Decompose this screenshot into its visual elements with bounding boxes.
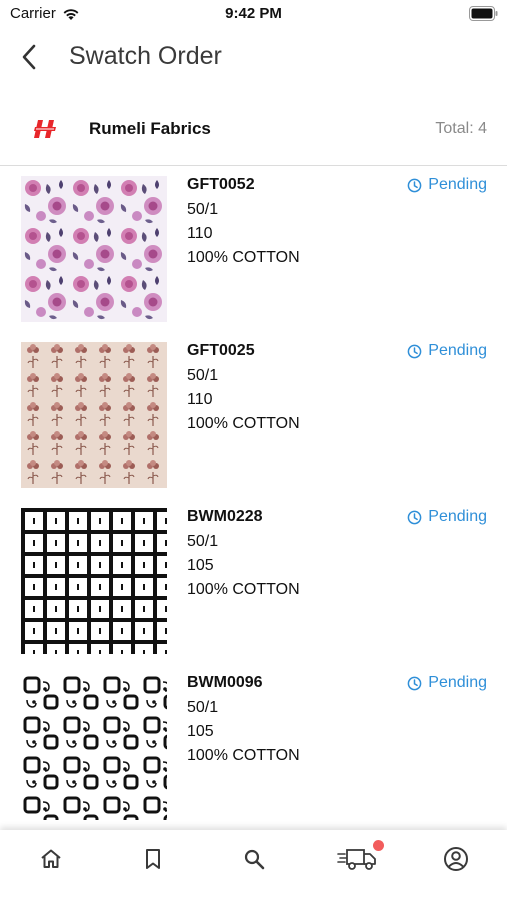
tab-saved[interactable] [133,842,173,876]
status-label: Pending [428,674,487,691]
swatch-image [21,176,167,322]
tab-profile[interactable] [436,842,476,876]
swatch-width: 105 [187,557,214,574]
delivery-truck-icon [337,849,376,870]
swatch-width: 105 [187,723,214,740]
status-badge: Pending [407,176,487,194]
clock-icon [407,344,422,358]
supplier-header: Rumeli Fabrics Total: 4 [0,108,507,152]
clock-icon [407,510,422,524]
back-button[interactable] [14,40,44,74]
tab-orders[interactable] [335,840,384,876]
swatch-image [21,674,167,820]
notification-dot [373,840,384,851]
status-label: Pending [428,176,487,193]
page-title: Swatch Order [69,42,222,70]
swatch-image [21,508,167,654]
search-icon [244,849,265,870]
swatch-code: GFT0052 [187,176,255,193]
order-item[interactable]: BWM0096 50/1 105 100% COTTON Pending [0,664,507,830]
home-icon [41,849,61,868]
tab-search[interactable] [234,842,274,876]
swatch-image [21,342,167,488]
account-icon [444,847,468,871]
status-label: Pending [428,508,487,525]
swatch-width: 110 [187,225,213,242]
swatch-composition: 100% COTTON [187,415,300,432]
swatch-count: 50/1 [187,367,219,384]
order-item[interactable]: GFT0052 50/1 110 100% COTTON Pending [0,166,507,332]
swatch-order-list: GFT0052 50/1 110 100% COTTON Pending GFT… [0,166,507,830]
supplier-logo [34,120,56,138]
tab-home[interactable] [31,842,71,876]
clock-icon [407,676,422,690]
swatch-code: GFT0025 [187,342,255,359]
order-item[interactable]: GFT0025 50/1 110 100% COTTON Pending [0,332,507,498]
status-badge: Pending [407,342,487,360]
bookmark-icon [146,849,160,869]
status-label: Pending [428,342,487,359]
status-badge: Pending [407,674,487,692]
swatch-code: BWM0228 [187,508,263,525]
swatch-code: BWM0096 [187,674,263,691]
chevron-left-icon [22,44,36,70]
swatch-count: 50/1 [187,201,219,218]
order-item[interactable]: BWM0228 50/1 105 100% COTTON Pending [0,498,507,664]
supplier-name: Rumeli Fabrics [89,119,211,138]
swatch-composition: 100% COTTON [187,747,300,764]
tab-bar [0,830,507,900]
status-time: 9:42 PM [225,5,282,22]
swatch-composition: 100% COTTON [187,581,300,598]
swatch-width: 110 [187,391,213,408]
swatch-count: 50/1 [187,533,219,550]
swatch-composition: 100% COTTON [187,249,300,266]
swatch-count: 50/1 [187,699,219,716]
battery-icon [469,6,498,21]
order-total: Total: 4 [435,120,487,137]
nav-bar: Swatch Order [0,30,507,86]
clock-icon [407,178,422,192]
status-badge: Pending [407,508,487,526]
status-bar: Carrier 9:42 PM [0,0,507,30]
